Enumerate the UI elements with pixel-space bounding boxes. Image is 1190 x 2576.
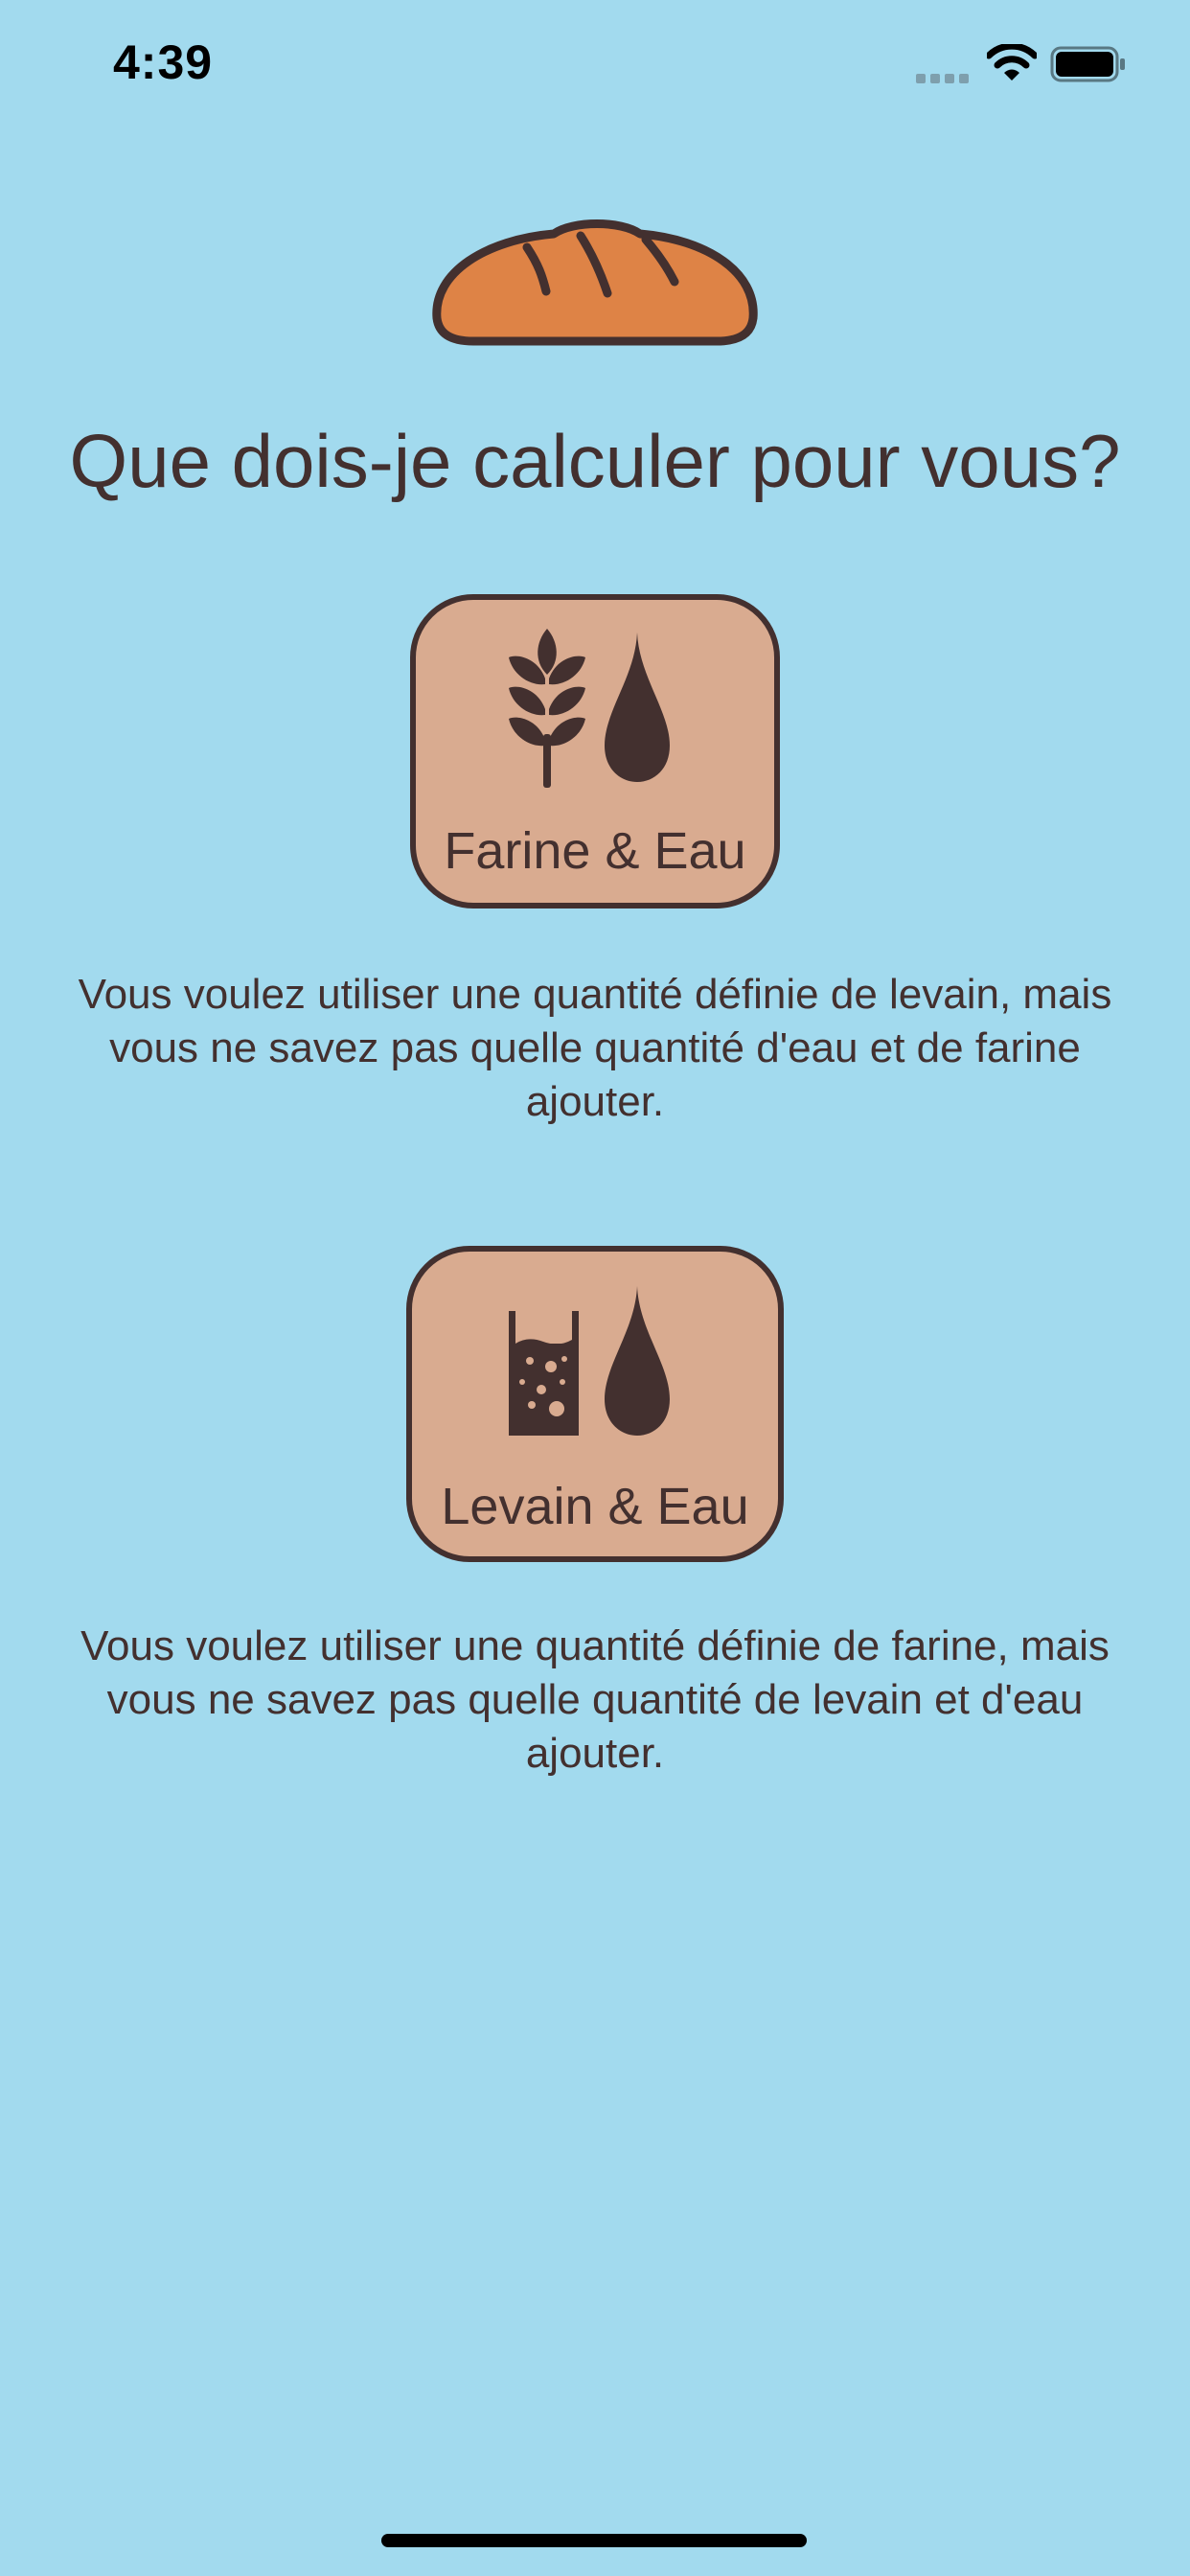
wheat-icon	[509, 629, 670, 788]
battery-icon	[1050, 46, 1127, 87]
levain-water-button[interactable]: Levain & Eau	[406, 1246, 784, 1562]
flour-water-button[interactable]: Farine & Eau	[410, 594, 780, 908]
wifi-icon	[985, 42, 1039, 87]
home-indicator[interactable]	[381, 2534, 807, 2547]
levain-jar-icon	[509, 1286, 670, 1436]
page-title: Que dois-je calculer pour vous?	[69, 419, 1121, 503]
flour-water-icons	[416, 629, 774, 796]
status-bar: 4:39	[0, 0, 1190, 126]
levain-water-icons	[412, 1282, 778, 1450]
status-time: 4:39	[113, 35, 214, 89]
levain-water-description: Vous voulez utiliser une quantité défini…	[80, 1622, 1110, 1777]
bread-icon	[429, 215, 761, 354]
flour-water-description: Vous voulez utiliser une quantité défini…	[78, 971, 1112, 1125]
cellular-signal-icon	[916, 71, 973, 88]
water-drop-icon	[605, 1286, 670, 1436]
flour-water-label: Farine & Eau	[444, 822, 746, 880]
levain-water-label: Levain & Eau	[441, 1478, 749, 1535]
